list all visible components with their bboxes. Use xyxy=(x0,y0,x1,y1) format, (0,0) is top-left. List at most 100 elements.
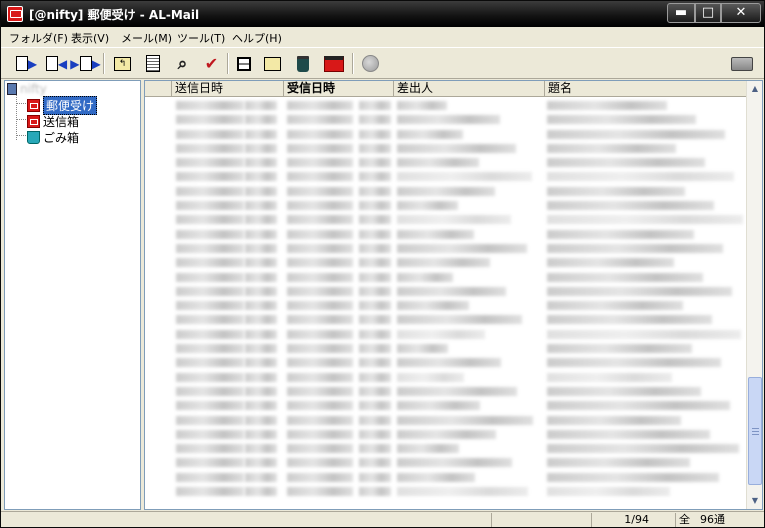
menu-tools[interactable]: ツール(T) xyxy=(177,30,225,46)
outbox-icon xyxy=(27,114,40,128)
table-row[interactable] xyxy=(145,327,747,341)
obscured-cell xyxy=(547,129,725,139)
column-header-sent[interactable]: 送信日時 xyxy=(172,81,284,97)
stop-button[interactable] xyxy=(359,52,382,75)
table-row[interactable] xyxy=(145,184,747,198)
obscured-cell xyxy=(287,258,353,268)
obscured-cell xyxy=(397,472,475,482)
scroll-up-arrow[interactable]: ▲ xyxy=(747,81,762,97)
table-row[interactable] xyxy=(145,484,747,498)
move-button[interactable]: ▶ ▶ xyxy=(70,52,101,75)
forward-button[interactable]: ◀ xyxy=(45,52,68,75)
obscured-cell xyxy=(359,215,391,225)
receive-mail-button[interactable]: ▶ xyxy=(15,52,38,75)
obscured-cell xyxy=(359,101,391,110)
obscured-cell xyxy=(547,472,719,482)
scroll-thumb[interactable] xyxy=(748,377,762,485)
tree-root[interactable]: nifty xyxy=(7,81,47,97)
table-row[interactable] xyxy=(145,241,747,255)
menu-folder[interactable]: フォルダ(F) xyxy=(9,30,68,46)
obscured-cell xyxy=(245,186,277,196)
message-list[interactable]: 送信日時 受信日時 差出人 題名 ▲ ▼ xyxy=(144,80,763,510)
trash-folder-icon xyxy=(27,130,40,144)
obscured-cell xyxy=(359,301,391,311)
table-row[interactable] xyxy=(145,384,747,398)
title-bar[interactable]: [@nifty] 郵便受け - AL-Mail ▬ □ ✕ xyxy=(1,1,764,27)
menu-view[interactable]: 表示(V) xyxy=(71,30,109,46)
obscured-cell xyxy=(287,201,353,211)
delete-button[interactable] xyxy=(291,52,314,75)
forward-mail-icon: ◀ xyxy=(45,56,67,71)
table-row[interactable] xyxy=(145,312,747,326)
obscured-cell xyxy=(176,115,244,125)
close-button[interactable]: ✕ xyxy=(721,3,761,23)
table-row[interactable] xyxy=(145,98,747,112)
save-button[interactable] xyxy=(232,52,255,75)
table-row[interactable] xyxy=(145,141,747,155)
obscured-cell xyxy=(176,301,244,311)
obscured-cell xyxy=(397,315,522,325)
obscured-cell xyxy=(359,487,391,497)
folder-tree[interactable]: nifty 郵便受け 送信箱 ごみ箱 xyxy=(4,80,141,510)
column-header-flag[interactable] xyxy=(145,81,172,97)
obscured-cell xyxy=(397,429,496,439)
minimize-button[interactable]: ▬ xyxy=(667,3,695,23)
column-header-sender[interactable]: 差出人 xyxy=(394,81,545,97)
obscured-cell xyxy=(359,129,391,139)
stop-icon xyxy=(362,55,379,72)
table-row[interactable] xyxy=(145,227,747,241)
obscured-cell xyxy=(287,329,353,339)
obscured-cell xyxy=(176,415,244,425)
table-row[interactable] xyxy=(145,413,747,427)
column-header-received[interactable]: 受信日時 xyxy=(284,81,394,97)
maximize-button[interactable]: □ xyxy=(695,3,721,23)
checkmark-icon: ✔ xyxy=(204,54,219,73)
obscured-cell xyxy=(547,201,714,211)
obscured-cell xyxy=(359,286,391,296)
table-row[interactable] xyxy=(145,398,747,412)
print-button[interactable] xyxy=(729,52,755,75)
app-mailbox-icon[interactable] xyxy=(7,6,23,22)
table-row[interactable] xyxy=(145,427,747,441)
table-row[interactable] xyxy=(145,112,747,126)
tree-item-outbox[interactable]: 送信箱 xyxy=(27,113,79,129)
tree-item-trash[interactable]: ごみ箱 xyxy=(27,129,79,145)
obscured-cell xyxy=(287,472,353,482)
scroll-down-arrow[interactable]: ▼ xyxy=(747,493,762,509)
table-row[interactable] xyxy=(145,198,747,212)
table-row[interactable] xyxy=(145,355,747,369)
obscured-cell xyxy=(547,458,690,468)
table-row[interactable] xyxy=(145,212,747,226)
table-row[interactable] xyxy=(145,341,747,355)
folder-up-button[interactable]: ↰ xyxy=(111,52,134,75)
table-row[interactable] xyxy=(145,169,747,183)
toolbar-separator xyxy=(227,53,229,74)
table-row[interactable] xyxy=(145,127,747,141)
search-button[interactable]: ⌕ xyxy=(171,52,194,75)
table-row[interactable] xyxy=(145,441,747,455)
table-row[interactable] xyxy=(145,155,747,169)
mark-read-button[interactable]: ✔ xyxy=(200,52,223,75)
table-row[interactable] xyxy=(145,370,747,384)
table-row[interactable] xyxy=(145,455,747,469)
menu-help[interactable]: ヘルプ(H) xyxy=(232,30,282,46)
message-rows[interactable] xyxy=(145,98,747,509)
mailbox-button[interactable] xyxy=(321,52,347,75)
view-document-button[interactable] xyxy=(141,52,164,75)
obscured-cell xyxy=(287,401,353,411)
table-row[interactable] xyxy=(145,270,747,284)
vertical-scrollbar[interactable]: ▲ ▼ xyxy=(746,81,762,509)
menu-mail[interactable]: メール(M) xyxy=(121,30,172,46)
column-header-subject[interactable]: 題名 xyxy=(545,81,747,97)
tree-item-inbox[interactable]: 郵便受け xyxy=(27,95,98,115)
obscured-cell xyxy=(287,129,353,139)
table-row[interactable] xyxy=(145,255,747,269)
obscured-cell xyxy=(287,243,353,253)
obscured-cell xyxy=(547,358,721,368)
export-button[interactable] xyxy=(261,52,284,75)
table-row[interactable] xyxy=(145,298,747,312)
table-row[interactable] xyxy=(145,284,747,298)
obscured-cell xyxy=(397,243,527,253)
obscured-cell xyxy=(397,115,500,125)
table-row[interactable] xyxy=(145,470,747,484)
